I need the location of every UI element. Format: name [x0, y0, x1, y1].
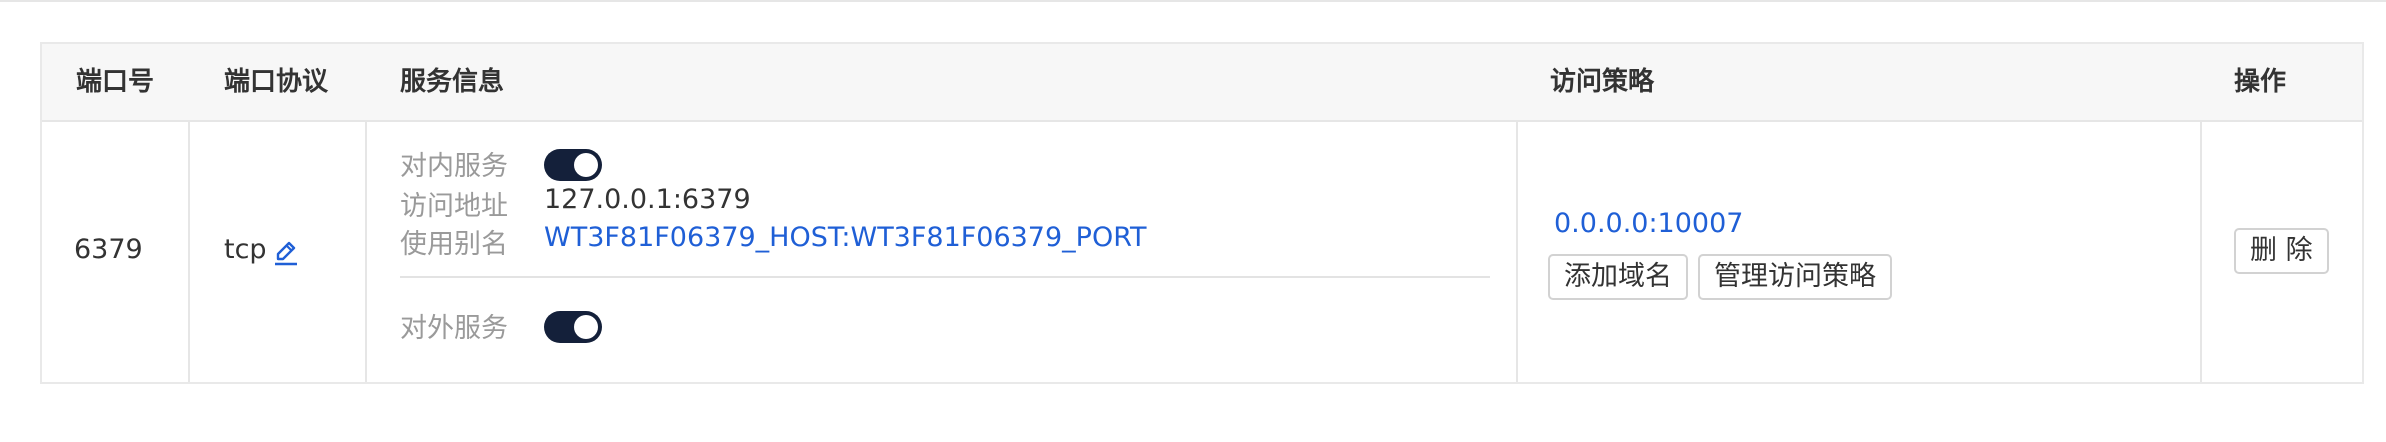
outer-service-toggle[interactable] [544, 311, 602, 343]
pencil-edit-icon[interactable] [272, 238, 300, 272]
column-divider [1516, 122, 1518, 382]
inner-service-label: 对内服务 [400, 151, 508, 182]
column-divider [188, 122, 190, 382]
table-row: 6379 tcp 对内服务 访问地址 127.0.0.1:6379 使用别名 W… [42, 122, 2362, 382]
top-divider [0, 0, 2386, 2]
add-domain-button[interactable]: 添加域名 [1548, 254, 1688, 300]
alias-link[interactable]: WT3F81F06379_HOST:WT3F81F06379_PORT [544, 222, 1147, 253]
alias-label: 使用别名 [400, 229, 508, 260]
outer-service-label: 对外服务 [400, 313, 508, 344]
header-access-policy: 访问策略 [1550, 67, 1655, 97]
table-header: 端口号 端口协议 服务信息 访问策略 操作 [42, 44, 2362, 122]
toggle-knob [574, 315, 598, 339]
port-table: 端口号 端口协议 服务信息 访问策略 操作 6379 tcp 对内服务 访问地址… [40, 42, 2364, 384]
header-port: 端口号 [76, 67, 155, 97]
service-divider [400, 276, 1490, 278]
header-actions: 操作 [2234, 67, 2287, 97]
toggle-knob [574, 153, 598, 177]
access-address-label: 访问地址 [400, 191, 508, 222]
header-protocol: 端口协议 [224, 67, 329, 97]
port-value: 6379 [74, 234, 143, 265]
column-divider [2200, 122, 2202, 382]
delete-button[interactable]: 删 除 [2234, 228, 2329, 274]
manage-access-policy-button[interactable]: 管理访问策略 [1698, 254, 1892, 300]
protocol-value: tcp [224, 234, 267, 265]
header-service-info: 服务信息 [400, 67, 505, 97]
column-divider [365, 122, 367, 382]
inner-service-toggle[interactable] [544, 149, 602, 181]
policy-address-link[interactable]: 0.0.0.0:10007 [1554, 208, 1743, 239]
access-address-value: 127.0.0.1:6379 [544, 184, 751, 215]
